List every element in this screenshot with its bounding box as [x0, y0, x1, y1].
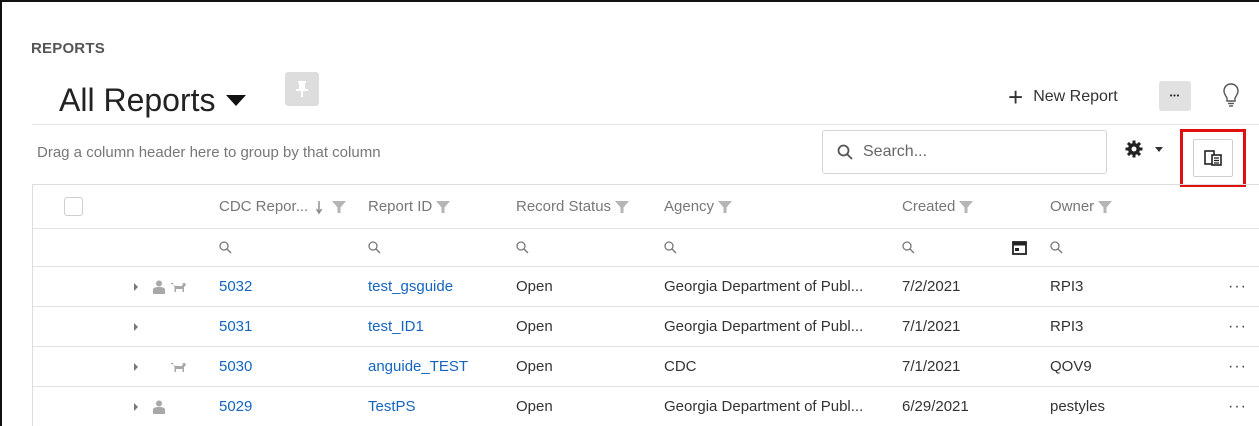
select-all-checkbox[interactable] — [64, 185, 84, 228]
cell-agency: Georgia Department of Publ... — [664, 278, 864, 295]
report-view-selector[interactable]: All Reports — [59, 78, 246, 122]
cell-created: 6/29/2021 — [902, 398, 969, 415]
table-row[interactable]: 5030 anguide_TEST Open CDC 7/1/2021 QOV9 ··· — [33, 347, 1259, 387]
table-row[interactable]: 5029 TestPS Open Georgia Department of Publ… — [33, 387, 1259, 426]
filter-icon[interactable] — [436, 200, 451, 214]
cell-report-id[interactable]: TestPS — [368, 387, 416, 426]
cell-record-status: Open — [516, 398, 553, 415]
cell-record-status: Open — [516, 358, 553, 375]
grid-filter-row — [33, 229, 1259, 267]
gear-icon — [1125, 140, 1143, 158]
checkbox[interactable] — [64, 197, 83, 216]
cell-created: 7/1/2021 — [902, 358, 961, 375]
filter-owner-search-icon[interactable] — [1050, 229, 1063, 266]
dog-icon — [171, 267, 187, 306]
group-by-drop-zone[interactable]: Drag a column header here to group by th… — [37, 144, 381, 161]
cell-record-status: Open — [516, 278, 553, 295]
cell-agency: Georgia Department of Publ... — [664, 318, 864, 335]
new-report-label: New Report — [1033, 88, 1118, 105]
expand-row-icon[interactable] — [134, 267, 138, 306]
column-header-label: Agency — [664, 198, 715, 215]
lightbulb-icon[interactable] — [1222, 82, 1240, 113]
column-header-label: Created — [902, 198, 956, 215]
filter-agency-search-icon[interactable] — [664, 229, 677, 266]
annotation-highlight-box — [1180, 129, 1246, 187]
person-icon — [153, 387, 165, 426]
person-icon — [153, 267, 165, 306]
cell-owner: QOV9 — [1050, 358, 1092, 375]
dog-icon — [171, 347, 187, 386]
cell-owner: RPI3 — [1050, 278, 1084, 295]
table-row[interactable]: 5032 test_gsguide Open Georgia Department o… — [33, 267, 1259, 307]
cell-created: 7/1/2021 — [902, 318, 961, 335]
pin-icon — [296, 81, 308, 97]
grid-settings-menu[interactable] — [1125, 140, 1163, 158]
filter-created-search-icon[interactable] — [902, 229, 915, 266]
page-title: All Reports — [59, 81, 216, 118]
cell-owner: RPI3 — [1050, 318, 1084, 335]
row-actions-button[interactable]: ··· — [1228, 347, 1247, 386]
more-options-button[interactable]: ••• — [1159, 81, 1191, 111]
cell-cdc-report[interactable]: 5030 — [219, 347, 252, 386]
column-header-owner[interactable]: Owner — [1050, 185, 1113, 228]
column-header-label: Record Status — [516, 198, 612, 215]
filter-report-id-search-icon[interactable] — [368, 229, 381, 266]
search-box[interactable] — [822, 130, 1107, 174]
new-report-button[interactable]: + New Report — [1008, 82, 1118, 112]
column-header-report-id[interactable]: Report ID — [368, 185, 451, 228]
row-actions-button[interactable]: ··· — [1228, 267, 1247, 306]
cell-record-status: Open — [516, 318, 553, 335]
calendar-icon[interactable] — [1012, 229, 1027, 266]
caret-down-icon — [225, 94, 246, 106]
column-header-label: Report ID — [368, 198, 433, 215]
column-header-created[interactable]: Created — [902, 185, 974, 228]
cell-report-id[interactable]: anguide_TEST — [368, 347, 468, 386]
filter-icon[interactable] — [1098, 200, 1113, 214]
reports-grid: CDC Repor... Report ID Record Status Age… — [32, 184, 1259, 426]
cell-cdc-report[interactable]: 5032 — [219, 267, 252, 306]
cell-owner: pestyles — [1050, 398, 1106, 415]
cell-report-id[interactable]: test_ID1 — [368, 307, 424, 346]
column-header-record-status[interactable]: Record Status — [516, 185, 630, 228]
column-header-cdc-report[interactable]: CDC Repor... — [219, 185, 347, 228]
filter-icon[interactable] — [718, 200, 733, 214]
filter-icon[interactable] — [332, 200, 347, 214]
column-header-agency[interactable]: Agency — [664, 185, 733, 228]
expand-row-icon[interactable] — [134, 347, 138, 386]
chevron-down-icon — [1155, 146, 1163, 152]
cell-cdc-report[interactable]: 5031 — [219, 307, 252, 346]
section-label: REPORTS — [31, 40, 105, 57]
filter-cdc-report-search-icon[interactable] — [219, 229, 232, 266]
filter-icon[interactable] — [959, 200, 974, 214]
more-options-icon: ••• — [1169, 92, 1181, 100]
column-header-label: CDC Repor... — [219, 198, 309, 215]
header-divider — [32, 124, 1259, 125]
column-header-label: Owner — [1050, 198, 1095, 215]
expand-row-icon[interactable] — [134, 387, 138, 426]
row-actions-button[interactable]: ··· — [1228, 387, 1247, 426]
cell-cdc-report[interactable]: 5029 — [219, 387, 252, 426]
plus-icon: + — [1008, 82, 1024, 112]
cell-report-id[interactable]: test_gsguide — [368, 267, 453, 306]
filter-icon[interactable] — [615, 200, 630, 214]
cell-agency: CDC — [664, 358, 697, 375]
row-actions-button[interactable]: ··· — [1228, 307, 1247, 346]
expand-row-icon[interactable] — [134, 307, 138, 346]
search-icon — [837, 144, 853, 160]
search-input[interactable] — [863, 143, 1083, 161]
cell-created: 7/2/2021 — [902, 278, 961, 295]
sort-descending-icon[interactable] — [316, 199, 328, 215]
pin-button[interactable] — [285, 72, 319, 106]
table-row[interactable]: 5031 test_ID1 Open Georgia Department of Pu… — [33, 307, 1259, 347]
grid-header-row: CDC Repor... Report ID Record Status Age… — [33, 185, 1259, 229]
filter-record-status-search-icon[interactable] — [516, 229, 529, 266]
cell-agency: Georgia Department of Publ... — [664, 398, 864, 415]
